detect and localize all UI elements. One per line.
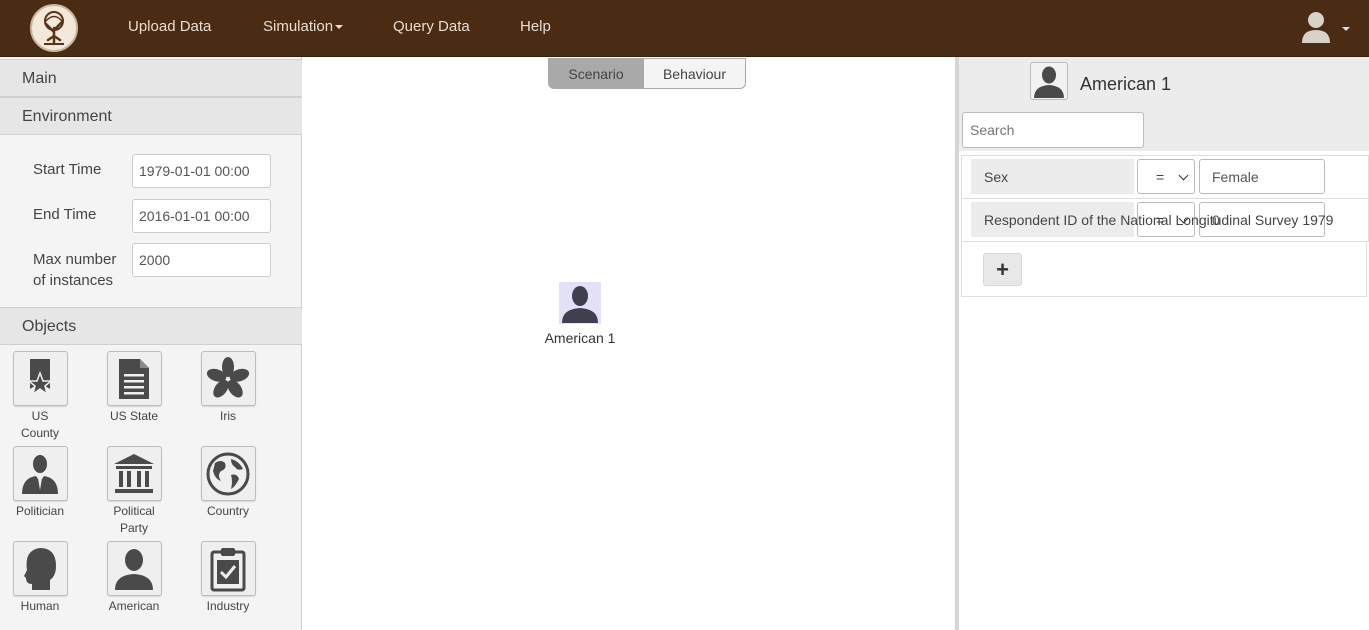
object-label-line: US State bbox=[109, 409, 159, 423]
max-instances-label-line1: Max number bbox=[33, 251, 117, 268]
object-label-line: American bbox=[108, 599, 160, 613]
object-country[interactable]: Country bbox=[188, 446, 268, 520]
tab-behaviour[interactable]: Behaviour bbox=[643, 58, 746, 89]
government-building-icon bbox=[106, 446, 162, 501]
start-time-label: Start Time bbox=[33, 161, 102, 178]
property-row: = Respondent ID of the National Longitud… bbox=[961, 198, 1369, 242]
property-label: Sex bbox=[971, 159, 1134, 194]
property-row: Sex = bbox=[961, 155, 1369, 199]
object-label-line: Human bbox=[20, 599, 60, 613]
add-property-button[interactable]: + bbox=[983, 253, 1022, 286]
head-profile-icon bbox=[12, 541, 68, 596]
nav-help[interactable]: Help bbox=[520, 18, 551, 35]
user-menu[interactable] bbox=[1300, 10, 1350, 46]
nav-upload-data[interactable]: Upload Data bbox=[128, 18, 211, 35]
object-label-line: US bbox=[31, 409, 49, 423]
max-instances-label-line2: of instances bbox=[33, 272, 114, 289]
caret-down-icon bbox=[335, 25, 344, 30]
object-label-line: Country bbox=[206, 504, 250, 518]
person-icon bbox=[106, 541, 162, 596]
object-label-line: Party bbox=[119, 521, 148, 535]
document-icon bbox=[106, 351, 162, 406]
right-panel: American 1 Sex = = Respondent ID of the … bbox=[959, 57, 1369, 630]
property-value-input[interactable] bbox=[1199, 159, 1325, 194]
object-label-line: County bbox=[20, 426, 60, 440]
object-iris[interactable]: Iris bbox=[188, 351, 268, 425]
nav-simulation-label: Simulation bbox=[263, 18, 334, 35]
section-main[interactable]: Main bbox=[0, 59, 302, 97]
object-label-line: Iris bbox=[220, 409, 236, 423]
nav-query-data[interactable]: Query Data bbox=[393, 18, 470, 35]
max-instances-input[interactable] bbox=[132, 243, 271, 277]
caret-down-icon bbox=[1342, 27, 1350, 31]
inspector-title: American 1 bbox=[1080, 74, 1172, 94]
section-objects[interactable]: Objects bbox=[0, 307, 302, 345]
left-panel: Main Environment Start Time End Time Max… bbox=[0, 57, 302, 630]
end-time-input[interactable] bbox=[132, 199, 271, 233]
person-icon bbox=[1030, 62, 1068, 100]
clipboard-check-icon bbox=[200, 541, 256, 596]
object-us-county[interactable]: US County bbox=[0, 351, 80, 442]
user-avatar-icon bbox=[1302, 12, 1330, 43]
object-human[interactable]: Human bbox=[0, 541, 80, 615]
max-instances-label: Max number of instances bbox=[33, 249, 116, 291]
scenario-canvas[interactable]: Scenario Behaviour American 1 bbox=[303, 57, 955, 630]
object-label-line: Political bbox=[113, 504, 155, 518]
object-industry[interactable]: Industry bbox=[188, 541, 268, 615]
start-time-input[interactable] bbox=[132, 154, 271, 188]
add-property-row: + bbox=[961, 241, 1367, 297]
tab-scenario[interactable]: Scenario bbox=[548, 58, 644, 89]
inspector-header: American 1 bbox=[959, 57, 1369, 151]
chevron-down-icon bbox=[1178, 170, 1189, 181]
operator-select[interactable]: = bbox=[1137, 159, 1195, 194]
top-navbar: Upload Data Simulation Query Data Help bbox=[0, 0, 1369, 57]
object-political-party[interactable]: Political Party bbox=[94, 446, 174, 537]
operator-value: = bbox=[1156, 169, 1165, 185]
businessman-icon bbox=[12, 446, 68, 501]
person-icon bbox=[559, 282, 601, 324]
object-label-line: Politician bbox=[15, 504, 65, 518]
end-time-label: End Time bbox=[33, 206, 97, 223]
property-label-text: Respondent ID of the National Longitudin… bbox=[984, 212, 1334, 228]
property-label: Respondent ID of the National Longitudin… bbox=[971, 202, 1333, 237]
node-label: American 1 bbox=[544, 330, 616, 346]
tree-logo-icon[interactable] bbox=[30, 4, 78, 52]
globe-icon bbox=[200, 446, 256, 501]
object-us-state[interactable]: US State bbox=[94, 351, 174, 425]
object-politician[interactable]: Politician bbox=[0, 446, 80, 520]
scenario-node-american-1[interactable]: American 1 bbox=[540, 282, 620, 346]
asterisk-flower-icon bbox=[200, 351, 256, 406]
section-environment[interactable]: Environment bbox=[0, 97, 302, 135]
county-star-badge-icon bbox=[12, 351, 68, 406]
object-american[interactable]: American bbox=[94, 541, 174, 615]
nav-simulation[interactable]: Simulation bbox=[263, 18, 344, 35]
object-label-line: Industry bbox=[206, 599, 250, 613]
search-input[interactable] bbox=[962, 112, 1144, 148]
